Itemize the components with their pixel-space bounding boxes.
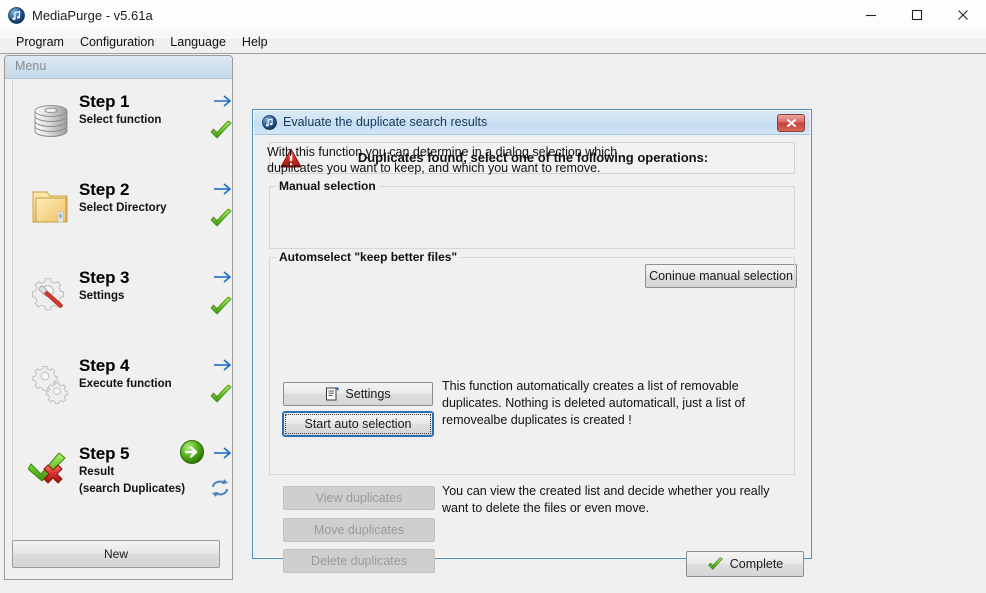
sidebar-item-step-2[interactable]: Step 2 Select Directory	[13, 172, 228, 260]
settings-label: Settings	[345, 387, 390, 401]
autoselect-legend: Automselect "keep better files"	[276, 250, 460, 264]
new-button[interactable]: New	[12, 540, 220, 568]
minimize-icon[interactable]	[848, 0, 894, 30]
step-title: Step 1	[79, 92, 129, 112]
menu-item-language[interactable]: Language	[162, 33, 234, 51]
gears-icon	[28, 360, 74, 406]
arrow-right-icon[interactable]	[213, 357, 233, 373]
close-icon[interactable]	[940, 0, 986, 30]
complete-button[interactable]: Complete	[686, 551, 804, 577]
complete-label: Complete	[730, 557, 784, 571]
watermark: 极光下载站 www.xz7.com	[826, 588, 978, 593]
autoselect-group: Automselect "keep better files"	[269, 257, 795, 475]
arrow-right-icon[interactable]	[213, 181, 233, 197]
maximize-icon[interactable]	[894, 0, 940, 30]
folder-icon	[28, 184, 74, 230]
dialog-titlebar: Evaluate the duplicate search results	[254, 111, 810, 135]
step-title: Step 3	[79, 268, 129, 288]
sidebar-header: Menu	[5, 56, 232, 79]
arrow-right-icon[interactable]	[213, 93, 233, 109]
client-area: Menu	[0, 53, 986, 593]
menu-item-help[interactable]: Help	[234, 33, 276, 51]
delete-duplicates-button[interactable]: Delete duplicates	[283, 549, 435, 573]
dialog-title: Evaluate the duplicate search results	[283, 115, 487, 129]
manual-selection-description: With this function you can determine in …	[267, 144, 627, 176]
step-subtitle: Select function	[79, 114, 161, 126]
green-check-icon	[707, 557, 724, 572]
app-music-icon	[262, 115, 277, 130]
step-subtitle: Select Directory	[79, 202, 167, 214]
step-subtitle: Settings	[79, 290, 124, 302]
start-auto-selection-label: Start auto selection	[304, 417, 411, 431]
green-check-icon	[209, 296, 233, 318]
view-duplicates-button[interactable]: View duplicates	[283, 486, 435, 510]
green-check-icon	[209, 384, 233, 406]
move-duplicates-button[interactable]: Move duplicates	[283, 518, 435, 542]
sidebar-panel: Menu	[4, 55, 233, 580]
green-check-icon	[209, 120, 233, 142]
app-music-icon	[8, 7, 25, 24]
view-duplicates-label: View duplicates	[316, 491, 403, 505]
step-subtitle: Result	[79, 466, 114, 478]
step-subtitle-2: (search Duplicates)	[79, 483, 185, 495]
step-title: Step 2	[79, 180, 129, 200]
sidebar-header-label: Menu	[15, 59, 46, 73]
check-cross-icon	[28, 448, 74, 494]
arrow-right-icon[interactable]	[213, 269, 233, 285]
menubar: Program Configuration Language Help	[0, 32, 986, 52]
sidebar-item-step-1[interactable]: Step 1 Select function	[13, 84, 228, 172]
manual-selection-group: Manual selection	[269, 186, 795, 249]
move-duplicates-label: Move duplicates	[314, 523, 404, 537]
sidebar-item-step-5[interactable]: Step 5 Result (search Duplicates)	[13, 436, 228, 524]
manual-selection-legend: Manual selection	[276, 179, 379, 193]
duplicates-list-description: You can view the created list and decide…	[442, 483, 792, 517]
step-subtitle: Execute function	[79, 378, 172, 390]
evaluate-duplicates-dialog: Evaluate the duplicate search results	[252, 109, 812, 559]
settings-button[interactable]: Settings	[283, 382, 433, 406]
window-title: MediaPurge - v5.61a	[32, 8, 153, 23]
gear-wrench-icon	[28, 272, 74, 318]
start-auto-selection-button[interactable]: Start auto selection	[283, 412, 433, 436]
autoselect-description: This function automatically creates a li…	[442, 378, 790, 429]
application-window: MediaPurge - v5.61a Program Configuratio…	[0, 0, 986, 593]
close-icon[interactable]	[777, 114, 805, 132]
sidebar-steps-list: Step 1 Select function	[12, 80, 227, 557]
refresh-icon[interactable]	[209, 478, 231, 498]
dialog-body: Duplicates found, select one of the foll…	[261, 138, 803, 552]
step-title: Step 4	[79, 356, 129, 376]
step-title: Step 5	[79, 444, 129, 464]
properties-icon	[325, 387, 339, 401]
green-check-icon	[209, 208, 233, 230]
sidebar-item-step-4[interactable]: Step 4 Execute function	[13, 348, 228, 436]
delete-duplicates-label: Delete duplicates	[311, 554, 407, 568]
arrow-right-icon[interactable]	[213, 445, 233, 461]
menu-item-configuration[interactable]: Configuration	[72, 33, 162, 51]
database-stack-icon	[28, 96, 74, 142]
menu-item-program[interactable]: Program	[8, 33, 72, 51]
sidebar-item-step-3[interactable]: Step 3 Settings	[13, 260, 228, 348]
green-go-arrow-icon[interactable]	[179, 439, 205, 465]
